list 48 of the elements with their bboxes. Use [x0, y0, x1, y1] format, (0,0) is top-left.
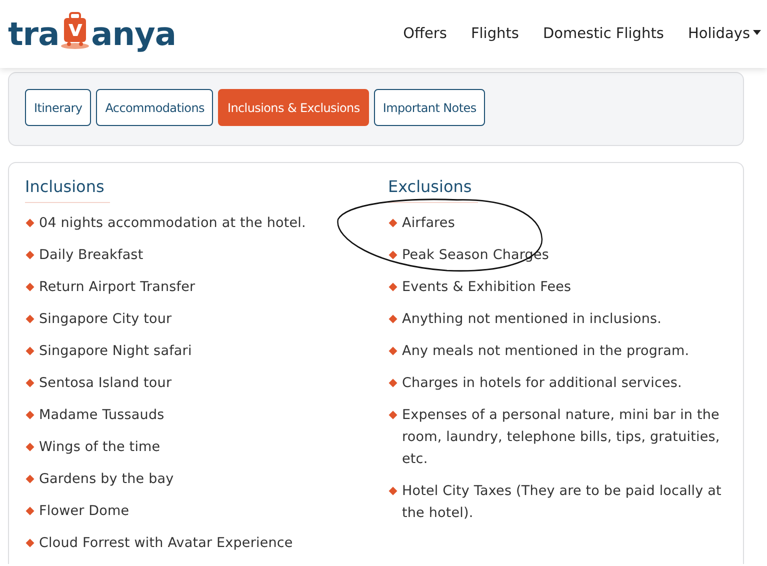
list-item: Return Airport Transfer: [39, 278, 196, 297]
list-item: Sentosa Island tour: [39, 374, 172, 393]
list-item: Hotel City Taxes (They are to be paid locally at the hotel).: [402, 482, 722, 523]
bullet-icon: [388, 250, 398, 260]
nav-link[interactable]: Offers: [403, 26, 447, 42]
list-item: Any meals not mentioned in the program.: [402, 342, 690, 361]
list-item: Singapore Night safari: [39, 342, 192, 361]
bullet-icon: [388, 378, 398, 388]
bullet-icon: [388, 282, 398, 292]
tab[interactable]: Important Notes: [374, 89, 486, 126]
list-item: Madame Tussauds: [39, 406, 164, 425]
list-item: Expenses of a personal nature, mini bar in the room, laundry, telephone bills, tips, gratuities, etc.: [402, 406, 721, 469]
list-item: Flower Dome: [39, 502, 130, 521]
list-item: Gardens by the bay: [39, 470, 174, 489]
section-heading: Inclusions: [25, 177, 110, 203]
bullet-icon: [388, 486, 398, 496]
bullet-icon: [26, 250, 34, 260]
bullet-icon: [26, 378, 34, 388]
bullet-icon: [388, 218, 398, 228]
list-item: Events & Exhibition Fees: [402, 278, 572, 297]
list-item: Cloud Forrest with Avatar Experience: [39, 534, 293, 553]
bullet-icon: [26, 474, 34, 484]
bullet-icon: [26, 506, 34, 516]
bullet-icon: [26, 314, 34, 324]
nav-link[interactable]: Holidays: [688, 26, 761, 42]
section-heading: Exclusions: [388, 177, 478, 203]
logo[interactable]: tra v anya: [8, 12, 176, 50]
list-item: 04 nights accommodation at the hotel.: [39, 214, 306, 233]
list-item: Anything not mentioned in inclusions.: [402, 310, 662, 329]
nav-link[interactable]: Flights: [470, 26, 519, 42]
bullet-icon: [388, 314, 398, 324]
bullet-icon: [26, 346, 34, 356]
bullet-icon: [388, 410, 398, 420]
list-item: Airfares: [402, 214, 455, 233]
nav-link[interactable]: Domestic Flights: [542, 26, 664, 42]
tab[interactable]: Itinerary: [25, 89, 92, 126]
bullet-icon: [26, 282, 34, 292]
list-item: Charges in hotels for additional services.: [402, 374, 682, 393]
tab[interactable]: Accommodations: [96, 89, 214, 126]
list-item: Daily Breakfast: [39, 246, 144, 265]
tab[interactable]: Inclusions & Exclusions: [218, 89, 369, 126]
bullet-icon: [26, 218, 34, 228]
list-item: Wings of the time: [39, 438, 160, 457]
bullet-icon: [26, 442, 34, 452]
list-item: Singapore City tour: [39, 310, 172, 329]
bullet-icon: [388, 346, 398, 356]
bullet-icon: [26, 410, 34, 420]
bullet-icon: [26, 538, 34, 548]
